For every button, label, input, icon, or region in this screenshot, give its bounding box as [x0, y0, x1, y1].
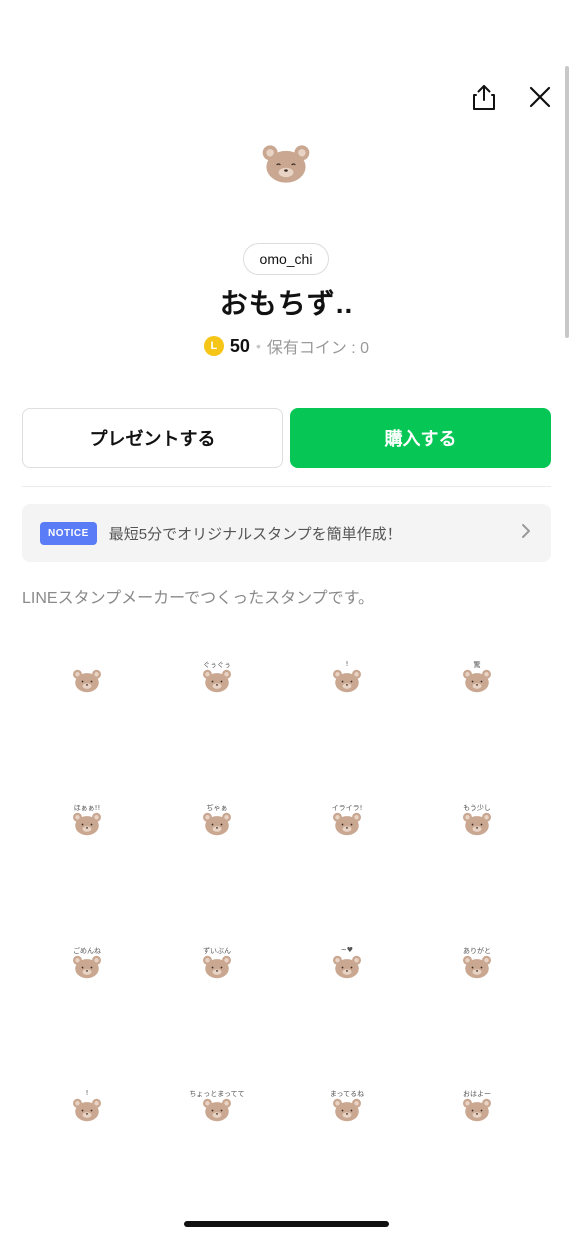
sticker-grid: ぐぅぐぅ! 驚ほぁぁ!! ぢゃぁ イライラ! もう少しごめんね ずいぶん ~♥ ありがと! ちょ… [22, 612, 542, 1184]
sticker-caption: ! [85, 1089, 89, 1097]
description: LINEスタンプメーカーでつくったスタンプです。 [22, 590, 375, 607]
sticker-caption: 驚 [473, 661, 481, 669]
sticker-caption: もう少し [463, 804, 491, 812]
sticker-image [200, 667, 234, 700]
sticker-image [460, 1096, 494, 1129]
chevron-right-icon [521, 523, 531, 544]
owned-coins: 保有コイン : 0 [266, 340, 370, 357]
sticker-item[interactable]: イライラ! [282, 755, 412, 898]
sticker-item[interactable]: 驚 [412, 612, 542, 755]
sticker-item[interactable]: もう少し [412, 755, 542, 898]
sticker-item[interactable]: ! [22, 1041, 152, 1184]
sticker-item[interactable]: ぢゃぁ [152, 755, 282, 898]
sticker-image [200, 953, 234, 986]
price-row: L 50 • 保有コイン : 0 [0, 334, 573, 358]
sticker-image [460, 810, 494, 843]
close-button[interactable] [525, 82, 555, 112]
sticker-image [70, 667, 104, 700]
sticker-caption: ! [345, 660, 349, 668]
sticker-image [200, 810, 234, 843]
sticker-caption: ずいぶん [203, 947, 231, 955]
main-sticker-image [258, 140, 314, 188]
gift-button[interactable]: プレゼントする [22, 408, 283, 468]
price-value: 50 [229, 335, 250, 356]
author-name: omo_chi [259, 251, 313, 267]
close-icon [529, 86, 551, 108]
sticker-item[interactable]: ちょっとまってて [152, 1041, 282, 1184]
sticker-image [70, 1096, 104, 1129]
sticker-caption: イライラ! [331, 804, 363, 812]
sticker-image [70, 810, 104, 843]
sticker-image [200, 1096, 234, 1129]
home-indicator [184, 1221, 389, 1227]
author-pill[interactable]: omo_chi [243, 243, 329, 275]
sticker-item[interactable]: ~♥ [282, 898, 412, 1041]
sticker-item[interactable]: ほぁぁ!! [22, 755, 152, 898]
sticker-image [460, 667, 494, 700]
sticker-caption: ぐぅぐぅ [203, 661, 231, 669]
sticker-item[interactable]: ごめんね [22, 898, 152, 1041]
sticker-image [330, 810, 364, 843]
share-button[interactable] [468, 80, 500, 114]
sticker-item[interactable]: おはよー [412, 1041, 542, 1184]
sticker-title: おもちず.. [219, 288, 354, 319]
sticker-caption: ちょっとまってて [189, 1090, 245, 1098]
sticker-caption: ぢゃぁ [206, 804, 228, 812]
sticker-caption: ~♥ [340, 946, 354, 954]
separator-dot: • [255, 338, 261, 354]
sticker-caption: ありがと [463, 947, 491, 955]
sticker-caption: まってるね [329, 1090, 365, 1098]
notice-text: 最短5分でオリジナルスタンプを簡単作成！ [108, 525, 402, 543]
sticker-item[interactable]: ありがと [412, 898, 542, 1041]
sticker-item[interactable]: ずいぶん [152, 898, 282, 1041]
sticker-image [460, 953, 494, 986]
sticker-caption: ごめんね [73, 947, 101, 955]
gift-button-label: プレゼントする [89, 429, 216, 449]
share-icon [473, 85, 495, 110]
sticker-item[interactable]: ! [282, 612, 412, 755]
notice-banner[interactable]: NOTICE 最短5分でオリジナルスタンプを簡単作成！ [22, 504, 551, 562]
sticker-image [330, 667, 364, 700]
sticker-item[interactable] [22, 612, 152, 755]
buy-button[interactable]: 購入する [290, 408, 551, 468]
sticker-image [330, 1096, 364, 1129]
sticker-caption: おはよー [463, 1090, 491, 1098]
notice-badge: NOTICE [40, 521, 97, 545]
sticker-item[interactable]: ぐぅぐぅ [152, 612, 282, 755]
sticker-image [70, 953, 104, 986]
buy-button-label: 購入する [384, 429, 457, 449]
sticker-image [330, 953, 364, 986]
divider [22, 486, 551, 487]
coin-icon: L [203, 336, 224, 356]
sticker-item[interactable]: まってるね [282, 1041, 412, 1184]
sticker-caption: ほぁぁ!! [73, 804, 101, 812]
